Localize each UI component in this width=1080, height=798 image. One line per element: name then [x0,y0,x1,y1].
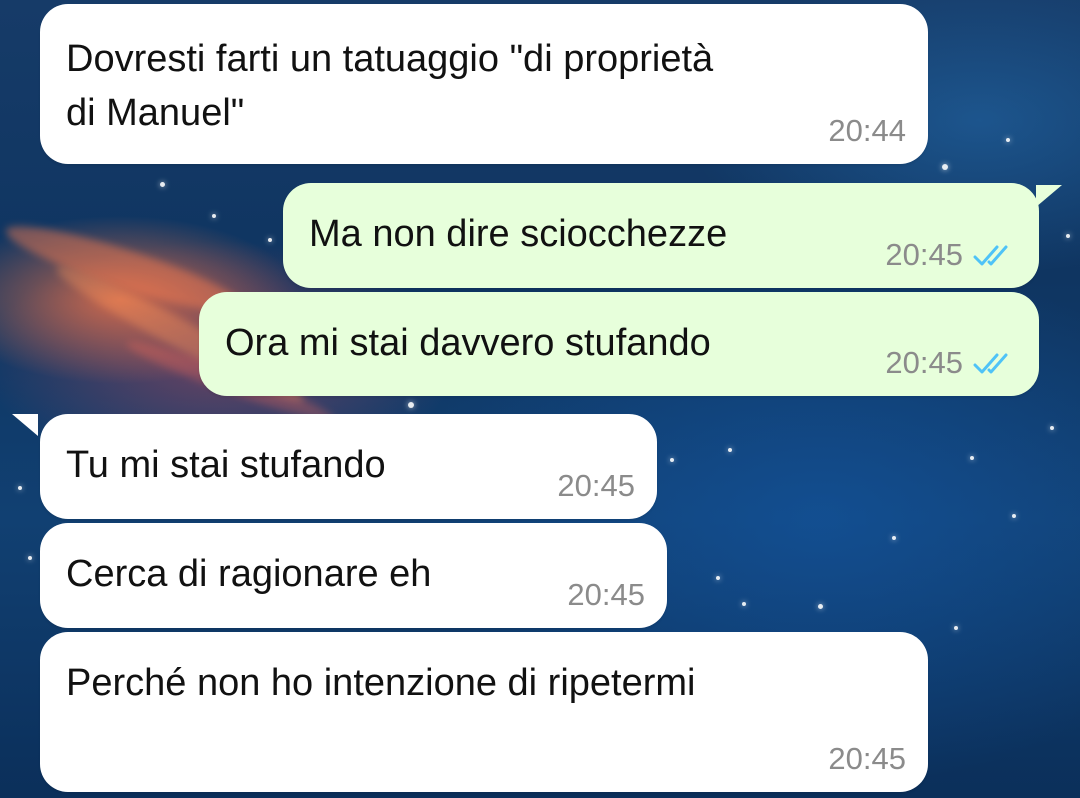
chat-thread: Dovresti farti un tatuaggio "di propriet… [0,0,1080,798]
message-text: Ma non dire sciocchezze [309,213,728,255]
message-text: Tu mi stai stufando [66,444,386,486]
message-text: Cerca di ragionare eh [66,553,432,595]
message-bubble-outgoing[interactable]: Ora mi stai davvero stufando 20:45 [199,292,1039,396]
bubble-tail [1036,185,1062,207]
message-time: 20:44 [828,113,906,148]
message-meta: 20:45 [828,743,906,774]
message-time: 20:45 [828,741,906,776]
message-time: 20:45 [885,237,963,272]
message-text: Dovresti farti un tatuaggio "di propriet… [66,38,714,134]
message-time: 20:45 [885,345,963,380]
message-meta: 20:45 [885,239,1017,270]
message-bubble-incoming[interactable]: Dovresti farti un tatuaggio "di propriet… [40,4,928,164]
message-time: 20:45 [557,468,635,503]
message-meta: 20:45 [557,470,635,501]
message-meta: 20:45 [567,579,645,610]
message-bubble-incoming[interactable]: Perché non ho intenzione di ripetermi 20… [40,632,928,792]
double-check-icon [973,353,1008,373]
bubble-tail [12,414,38,436]
message-bubble-outgoing[interactable]: Ma non dire sciocchezze 20:45 [283,183,1039,288]
message-bubble-incoming[interactable]: Cerca di ragionare eh 20:45 [40,523,667,628]
double-check-icon [973,245,1008,265]
message-text: Ora mi stai davvero stufando [225,322,711,364]
message-meta: 20:44 [828,115,906,146]
message-meta: 20:45 [885,347,1017,378]
message-text: Perché non ho intenzione di ripetermi [66,662,696,704]
message-time: 20:45 [567,577,645,612]
message-bubble-incoming[interactable]: Tu mi stai stufando 20:45 [40,414,657,519]
